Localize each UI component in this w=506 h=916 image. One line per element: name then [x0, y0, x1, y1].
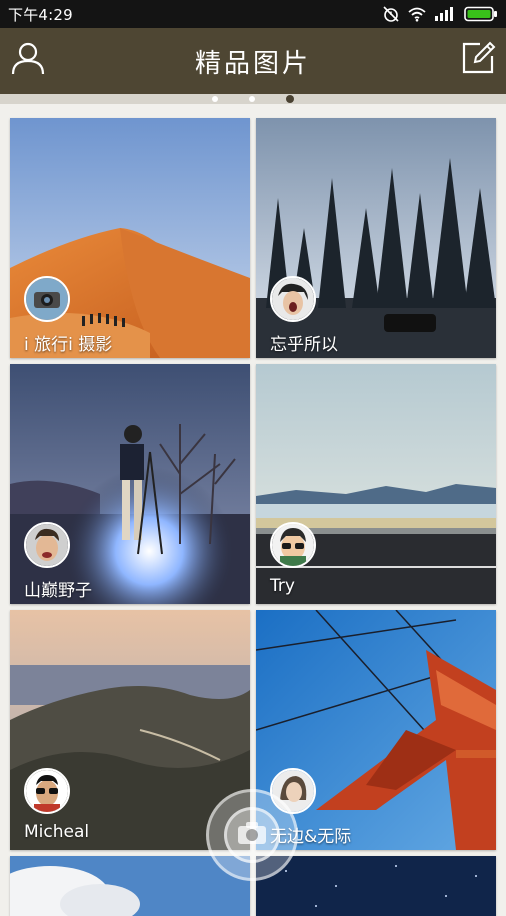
avatar[interactable]	[270, 276, 316, 322]
camera-icon	[237, 821, 267, 849]
status-time: 下午4:29	[8, 5, 73, 24]
photo-lake-road	[256, 364, 496, 604]
author-name: Micheal	[24, 822, 90, 842]
app-header: 精品图片	[0, 28, 506, 94]
camera-fab-inner	[224, 807, 280, 863]
edit-icon	[460, 40, 496, 80]
avatar[interactable]	[270, 522, 316, 568]
user-icon	[10, 40, 46, 80]
photo-card[interactable]	[10, 856, 250, 916]
profile-button[interactable]	[6, 38, 50, 82]
photo-sky-clouds	[10, 856, 250, 916]
author-name: 忘乎所以	[270, 335, 338, 355]
avatar[interactable]	[24, 768, 70, 814]
wifi-icon	[408, 6, 426, 22]
page-dot[interactable]	[249, 96, 255, 102]
page-indicator	[0, 94, 506, 104]
author-name: Try	[270, 576, 295, 596]
photo-card[interactable]	[256, 856, 496, 916]
photo-pine-forest	[256, 118, 496, 358]
signal-icon	[434, 7, 456, 21]
camera-fab[interactable]	[206, 789, 298, 881]
photo-desert-dunes	[10, 118, 250, 358]
alarm-off-icon	[382, 5, 400, 23]
status-bar: 下午4:29	[0, 0, 506, 28]
avatar[interactable]	[24, 522, 70, 568]
avatar[interactable]	[24, 276, 70, 322]
photo-card[interactable]: i 旅行i 摄影	[10, 118, 250, 358]
page-dot-active[interactable]	[286, 95, 294, 103]
compose-button[interactable]	[456, 38, 500, 82]
status-icons	[382, 5, 498, 23]
photo-card[interactable]: Try	[256, 364, 496, 604]
photo-night-sky	[256, 856, 496, 916]
photo-grid: i 旅行i 摄影 忘乎所以 山巅野子 Try Micheal 无边&无际	[0, 104, 506, 916]
page-title: 精品图片	[194, 48, 311, 79]
photo-card[interactable]: 山巅野子	[10, 364, 250, 604]
photo-photographer-night	[10, 364, 250, 604]
author-name: i 旅行i 摄影	[24, 335, 113, 355]
page-dot[interactable]	[212, 96, 218, 102]
author-name: 山巅野子	[24, 581, 92, 601]
photo-card[interactable]: 忘乎所以	[256, 118, 496, 358]
battery-icon	[464, 6, 498, 22]
